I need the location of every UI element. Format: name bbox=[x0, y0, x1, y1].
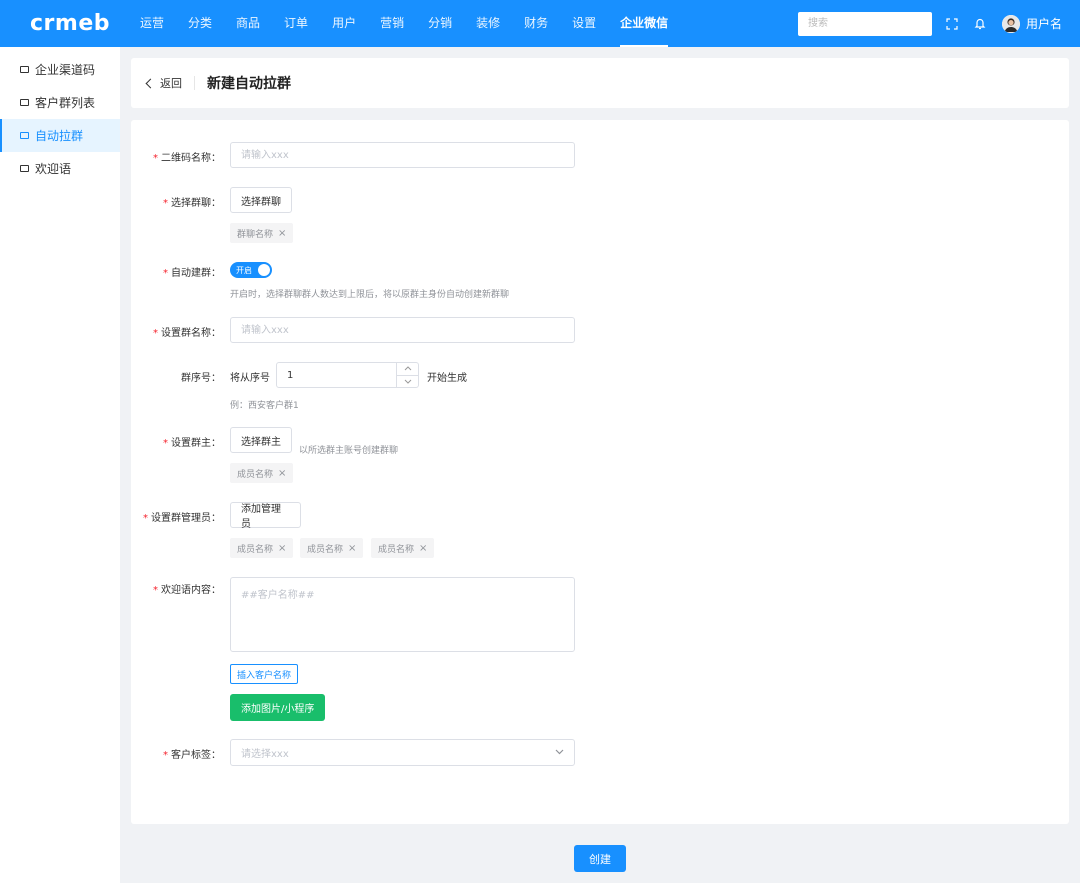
sidebar-item-label: 欢迎语 bbox=[35, 162, 72, 176]
sidebar-item-3[interactable]: 欢迎语 bbox=[0, 152, 120, 185]
customer-tag-placeholder: 请选择xxx bbox=[241, 749, 289, 760]
auto-create-hint: 开启时，选择群聊群人数达到上限后，将以原群主身份自动创建新群聊 bbox=[230, 290, 510, 300]
window-icon bbox=[20, 132, 29, 139]
select-group-button[interactable]: 选择群聊 bbox=[230, 187, 292, 213]
required-mark: * bbox=[163, 750, 168, 761]
bell-icon[interactable] bbox=[972, 16, 988, 32]
required-mark: * bbox=[163, 268, 168, 279]
insert-customer-name-button[interactable]: 插入客户名称 bbox=[230, 664, 299, 684]
nav-item-7[interactable]: 装修 bbox=[476, 0, 500, 47]
auto-create-switch[interactable]: 开启 bbox=[230, 262, 272, 278]
nav-item-1[interactable]: 分类 bbox=[188, 0, 212, 47]
required-mark: * bbox=[163, 438, 168, 449]
nav-item-3[interactable]: 订单 bbox=[284, 0, 308, 47]
window-icon bbox=[20, 99, 29, 106]
admin-tag: 成员名称 × bbox=[230, 538, 294, 558]
group-seq-label: 群序号： bbox=[181, 373, 221, 384]
add-media-button[interactable]: 添加图片/小程序 bbox=[230, 694, 326, 721]
sidebar: 企业渠道码客户群列表自动拉群欢迎语 bbox=[0, 47, 120, 883]
nav-item-8[interactable]: 财务 bbox=[524, 0, 548, 47]
qrcode-name-label: * 二维码名称： bbox=[153, 153, 221, 164]
close-icon[interactable]: × bbox=[419, 543, 427, 554]
required-mark: * bbox=[163, 198, 168, 209]
admin-tag: 成员名称 × bbox=[371, 538, 435, 558]
page-title: 新建自动拉群 bbox=[207, 76, 291, 92]
group-seq-suffix: 开始生成 bbox=[427, 373, 467, 384]
header-right: 用户名 bbox=[797, 0, 1062, 47]
customer-tag-select[interactable]: 请选择xxx bbox=[230, 739, 575, 766]
sidebar-item-1[interactable]: 客户群列表 bbox=[0, 86, 120, 119]
required-mark: * bbox=[153, 153, 158, 164]
group-seq-example: 例：西安客户群1 bbox=[230, 401, 299, 411]
nav-item-0[interactable]: 运营 bbox=[140, 0, 164, 47]
select-group-label: * 选择群聊： bbox=[163, 198, 221, 209]
title-bar: 返回 新建自动拉群 bbox=[131, 58, 1069, 108]
username[interactable]: 用户名 bbox=[1026, 15, 1062, 32]
owner-hint: 以所选群主账号创建群聊 bbox=[299, 446, 399, 456]
welcome-textarea[interactable]: ##客户名称## bbox=[230, 577, 575, 652]
main-nav: 运营 分类 商品 订单 用户 营销 分销 装修 财务 设置 企业微信 bbox=[140, 0, 692, 47]
close-icon[interactable]: × bbox=[348, 543, 356, 554]
auto-create-label: * 自动建群： bbox=[163, 268, 221, 279]
switch-knob bbox=[258, 264, 270, 276]
required-mark: * bbox=[143, 513, 148, 524]
nav-item-5[interactable]: 营销 bbox=[380, 0, 404, 47]
customer-tag-label: * 客户标签： bbox=[163, 750, 221, 761]
admin-tag: 成员名称 × bbox=[300, 538, 364, 558]
back-label: 返回 bbox=[160, 77, 182, 90]
required-mark: * bbox=[153, 328, 158, 339]
close-icon[interactable]: × bbox=[278, 228, 286, 239]
back-button[interactable]: 返回 bbox=[145, 76, 195, 90]
welcome-label: * 欢迎语内容： bbox=[153, 585, 221, 596]
group-seq-prefix: 将从序号 bbox=[230, 373, 270, 384]
sidebar-item-2[interactable]: 自动拉群 bbox=[0, 119, 120, 152]
admins-label: * 设置群管理员： bbox=[143, 513, 221, 524]
owner-label: * 设置群主： bbox=[163, 438, 221, 449]
window-icon bbox=[20, 66, 29, 73]
nav-item-10[interactable]: 企业微信 bbox=[620, 0, 669, 47]
select-owner-button[interactable]: 选择群主 bbox=[230, 427, 292, 453]
qrcode-name-input[interactable] bbox=[230, 142, 575, 168]
sidebar-item-label: 客户群列表 bbox=[35, 96, 96, 110]
close-icon[interactable]: × bbox=[278, 543, 286, 554]
chevron-up-icon[interactable] bbox=[397, 363, 418, 376]
fullscreen-icon[interactable] bbox=[944, 16, 960, 32]
nav-item-4[interactable]: 用户 bbox=[332, 0, 356, 47]
owner-tag: 成员名称 × bbox=[230, 463, 294, 483]
nav-item-6[interactable]: 分销 bbox=[428, 0, 452, 47]
search-input[interactable] bbox=[797, 11, 932, 36]
window-icon bbox=[20, 165, 29, 172]
avatar[interactable] bbox=[1001, 14, 1020, 33]
sidebar-item-label: 自动拉群 bbox=[35, 129, 84, 143]
chevron-left-icon bbox=[145, 78, 156, 88]
top-header: crmeb 运营分类商品订单用户营销分销装修财务设置企业微信 用户名 bbox=[0, 0, 1080, 47]
required-mark: * bbox=[153, 585, 158, 596]
group-tag: 群聊名称 × bbox=[230, 223, 294, 243]
form-card: *二维码名称： *选择群聊： 选择群聊 群聊名称× *自动建群： 开启 开启时，… bbox=[131, 120, 1069, 824]
nav-item-9[interactable]: 设置 bbox=[572, 0, 596, 47]
group-name-label: * 设置群名称： bbox=[153, 328, 221, 339]
logo[interactable]: crmeb bbox=[0, 11, 120, 36]
add-admin-button[interactable]: 添加管理员 bbox=[230, 502, 301, 530]
group-seq-value[interactable]: 1 bbox=[277, 370, 396, 381]
group-seq-stepper[interactable]: 1 bbox=[276, 362, 419, 388]
close-icon[interactable]: × bbox=[278, 468, 286, 479]
create-button[interactable]: 创建 bbox=[574, 845, 626, 872]
nav-item-2[interactable]: 商品 bbox=[236, 0, 260, 47]
chevron-down-icon[interactable] bbox=[397, 376, 418, 388]
sidebar-item-label: 企业渠道码 bbox=[35, 63, 96, 77]
sidebar-item-0[interactable]: 企业渠道码 bbox=[0, 53, 120, 86]
chevron-down-icon bbox=[555, 747, 564, 758]
stepper-controls bbox=[396, 363, 418, 387]
group-name-input[interactable] bbox=[230, 317, 575, 343]
